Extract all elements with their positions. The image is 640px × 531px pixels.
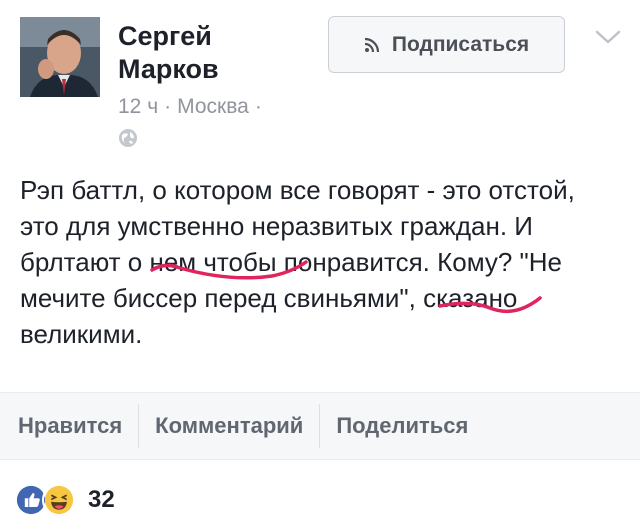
post-meta: 12 ч · Москва ·: [118, 95, 262, 119]
like-button[interactable]: Нравится: [0, 404, 138, 448]
chevron-down-icon[interactable]: [594, 28, 622, 46]
reactions-summary[interactable]: 32: [14, 482, 115, 518]
author-name[interactable]: Сергей Марков: [118, 20, 308, 86]
haha-icon: [42, 483, 76, 517]
rss-icon: [364, 37, 379, 52]
reaction-count: 32: [88, 486, 115, 513]
meta-separator: ·: [164, 95, 172, 118]
post-location[interactable]: Москва: [177, 95, 249, 119]
facebook-post: Сергей Марков 12 ч · Москва · Подписатьс…: [0, 0, 640, 531]
post-actions-bar: Нравится Комментарий Поделиться: [0, 392, 640, 460]
meta-separator-trailing: ·: [254, 95, 262, 118]
globe-icon: [118, 128, 138, 148]
share-button[interactable]: Поделиться: [319, 404, 484, 448]
comment-button[interactable]: Комментарий: [138, 404, 319, 448]
avatar[interactable]: [20, 17, 100, 97]
post-text: Рэп баттл, о котором все говорят - это о…: [20, 175, 575, 349]
avatar-photo: [20, 17, 100, 97]
post-time[interactable]: 12 ч: [118, 95, 158, 119]
subscribe-label: Подписаться: [391, 32, 530, 56]
subscribe-button[interactable]: Подписаться: [328, 16, 565, 73]
